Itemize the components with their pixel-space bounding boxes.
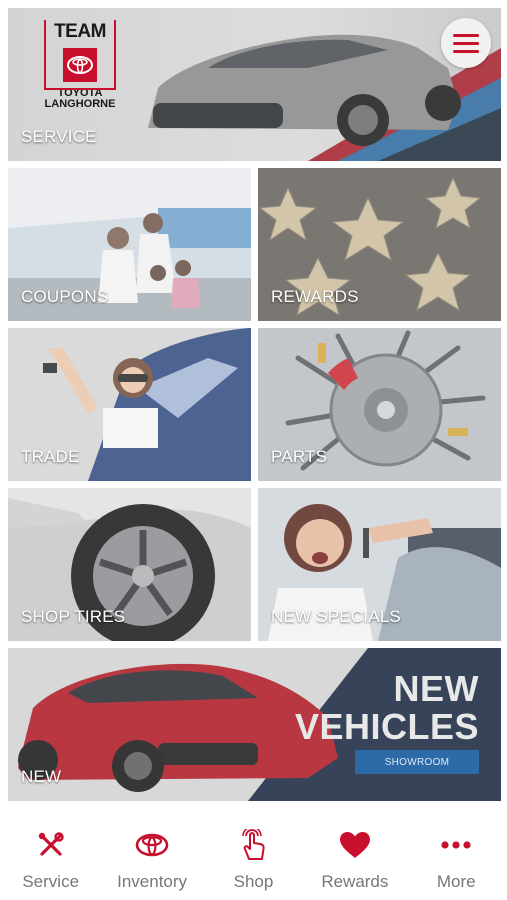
- headline-line1: NEW: [393, 668, 479, 709]
- tile-label-rewards: REWARDS: [271, 287, 359, 306]
- tile-label-service: SERVICE: [21, 127, 97, 146]
- tile-label-new-specials: NEW SPECIALS: [271, 607, 401, 626]
- logo-frame: [44, 20, 116, 90]
- tile-shop-tires[interactable]: SHOP TIRES: [8, 488, 251, 641]
- tab-label-inventory: Inventory: [117, 872, 188, 891]
- tile-rewards[interactable]: REWARDS: [258, 168, 501, 321]
- tile-service[interactable]: TEAM TOYOTA LANGHORNE SERVICE: [8, 8, 501, 161]
- dealer-logo: TEAM TOYOTA LANGHORNE: [38, 20, 122, 118]
- tile-coupons[interactable]: COUPONS: [8, 168, 251, 321]
- headline-line2: VEHICLES: [294, 706, 479, 747]
- hamburger-menu-icon[interactable]: [441, 18, 491, 68]
- tile-label-new: NEW: [21, 767, 62, 786]
- tab-service[interactable]: Service: [1, 828, 101, 892]
- wrench-screwdriver-icon: [34, 828, 68, 862]
- new-vehicles-headline: NEW VEHICLES: [295, 670, 479, 746]
- tab-shop[interactable]: Shop: [203, 828, 303, 892]
- tab-rewards[interactable]: Rewards: [305, 828, 405, 892]
- logo-brand-line2: LANGHORNE: [44, 98, 116, 110]
- tab-label-more: More: [436, 872, 476, 891]
- tile-new-vehicles[interactable]: NEW VEHICLES SHOWROOM NEW: [8, 648, 501, 801]
- toyota-logo-icon: [135, 828, 169, 862]
- tile-label-shop-tires: SHOP TIRES: [21, 607, 126, 626]
- tile-trade[interactable]: TRADE: [8, 328, 251, 481]
- tile-label-parts: PARTS: [271, 447, 328, 466]
- tab-label-rewards: Rewards: [321, 872, 389, 891]
- showroom-button[interactable]: SHOWROOM: [355, 750, 479, 774]
- tile-label-coupons: COUPONS: [21, 287, 109, 306]
- tile-label-trade: TRADE: [21, 447, 80, 466]
- tap-hand-icon: [236, 828, 270, 862]
- heart-icon: [338, 828, 372, 862]
- bottom-tab-bar: Service Inventory Shop Rewards More: [0, 806, 507, 900]
- tab-more[interactable]: More: [406, 828, 506, 892]
- tile-parts[interactable]: PARTS: [258, 328, 501, 481]
- tab-label-service: Service: [22, 872, 80, 891]
- more-dots-icon: [439, 828, 473, 862]
- tab-inventory[interactable]: Inventory: [102, 828, 202, 892]
- tab-label-shop: Shop: [233, 872, 274, 891]
- tile-new-specials[interactable]: NEW SPECIALS: [258, 488, 501, 641]
